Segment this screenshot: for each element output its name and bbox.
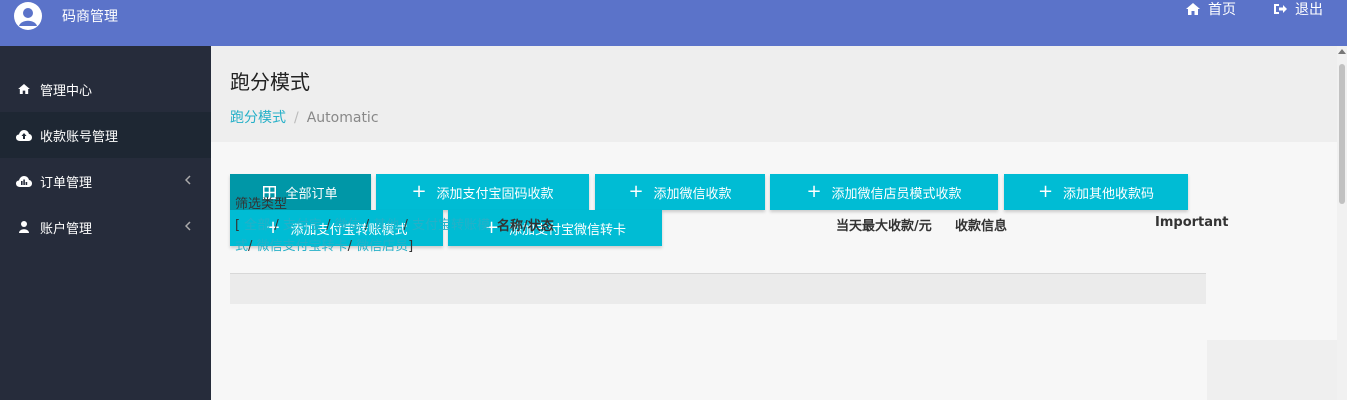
plus-icon: + — [628, 181, 644, 202]
plus-icon: + — [411, 181, 427, 202]
breadcrumb-current: Automatic — [306, 110, 379, 126]
sidebar-item-label: 收款账号管理 — [40, 129, 119, 145]
chart-icon — [16, 175, 32, 187]
home-icon — [16, 84, 32, 94]
filter-sep: / — [274, 218, 279, 233]
filter-sep: / — [326, 218, 331, 233]
home-link-label: 首页 — [1208, 2, 1236, 18]
page-header: 跑分模式 跑分模式 / Automatic — [211, 46, 1337, 142]
filter-sep: / — [403, 218, 408, 233]
blank-area — [1207, 340, 1337, 400]
scroll-up-icon[interactable] — [1338, 49, 1346, 54]
sidebar: 管理中心 收款账号管理 订单管理 账户管理 — [0, 46, 211, 400]
filter-wechat[interactable]: 微信 — [335, 218, 361, 233]
filter-links: [ 全部 / 支付宝 / 微信 / 其他 / 支付宝转账模式/ 微信支付宝转卡/… — [235, 215, 491, 257]
filter-wechat-clerk[interactable]: 微信店员 — [356, 239, 408, 254]
filter-bracket-close: ] — [408, 239, 414, 254]
filter-sep: / — [364, 218, 370, 233]
top-links: 首页 退出 — [1148, 0, 1323, 32]
filter-bracket-open: [ — [235, 218, 241, 233]
column-header-name-status[interactable]: 名称/状态 — [497, 215, 554, 234]
filter-alipay-wechat-card[interactable]: 微信支付宝转卡 — [257, 239, 348, 254]
add-wechat-clerk-button[interactable]: + 添加微信店员模式收款 — [770, 174, 998, 210]
table-row — [230, 274, 1206, 304]
sidebar-item-account[interactable]: 账户管理 — [0, 204, 211, 250]
column-header-daily-max[interactable]: 当天最大收款/元 — [836, 215, 932, 234]
button-label: 添加微信收款 — [653, 186, 732, 202]
filter-label: 筛选类型 — [235, 197, 288, 212]
sidebar-item-payment-accounts[interactable]: 收款账号管理 — [0, 112, 211, 158]
chevron-left-icon — [185, 221, 191, 231]
user-icon — [16, 221, 32, 233]
scrollbar[interactable] — [1337, 46, 1347, 400]
sidebar-item-dashboard[interactable]: 管理中心 — [0, 66, 211, 112]
top-header: 码商管理 首页 退出 — [0, 0, 1347, 46]
sidebar-item-label: 订单管理 — [40, 175, 93, 191]
filter-alipay[interactable]: 支付宝 — [283, 218, 322, 233]
sidebar-item-label: 管理中心 — [40, 83, 93, 99]
add-other-code-button[interactable]: + 添加其他收款码 — [1004, 174, 1188, 210]
scrollbar-thumb[interactable] — [1339, 64, 1345, 204]
cloud-upload-icon — [16, 129, 32, 141]
sidebar-item-label: 账户管理 — [40, 221, 93, 237]
home-link[interactable]: 首页 — [1186, 0, 1236, 19]
filter-sep: / — [248, 239, 253, 254]
button-label: 全部订单 — [285, 186, 338, 202]
logout-link[interactable]: 退出 — [1274, 0, 1323, 19]
filter-all[interactable]: 全部 — [244, 218, 270, 233]
breadcrumb-separator: / — [294, 110, 299, 126]
filter-sep: / — [347, 239, 352, 254]
button-label: 添加微信店员模式收款 — [831, 186, 962, 202]
sidebar-item-orders[interactable]: 订单管理 — [0, 158, 211, 204]
column-header-payment-info[interactable]: 收款信息 — [955, 215, 1007, 234]
avatar[interactable] — [14, 2, 42, 30]
plus-icon: + — [806, 181, 822, 202]
main-content: 跑分模式 跑分模式 / Automatic 全部订单 + 添加支付宝固码收款 + 添… — [211, 46, 1337, 400]
user-avatar-icon — [19, 8, 37, 26]
button-label: 添加其他收款码 — [1063, 186, 1155, 202]
logout-icon — [1274, 4, 1287, 14]
brand-title: 码商管理 — [62, 9, 118, 25]
chevron-left-icon — [185, 175, 191, 185]
breadcrumb: 跑分模式 / Automatic — [230, 107, 379, 127]
add-alipay-fixed-code-button[interactable]: + 添加支付宝固码收款 — [376, 174, 589, 210]
filter-other[interactable]: 其他 — [373, 218, 399, 233]
plus-icon: + — [1037, 181, 1054, 202]
breadcrumb-link[interactable]: 跑分模式 — [230, 110, 286, 126]
add-wechat-button[interactable]: + 添加微信收款 — [595, 174, 765, 210]
brand: 码商管理 — [0, 0, 118, 46]
button-label: 添加支付宝固码收款 — [436, 186, 554, 202]
home-icon — [1186, 3, 1200, 15]
page-title: 跑分模式 — [230, 70, 310, 94]
column-header-important[interactable]: Important — [1155, 215, 1229, 230]
logout-link-label: 退出 — [1295, 2, 1323, 18]
